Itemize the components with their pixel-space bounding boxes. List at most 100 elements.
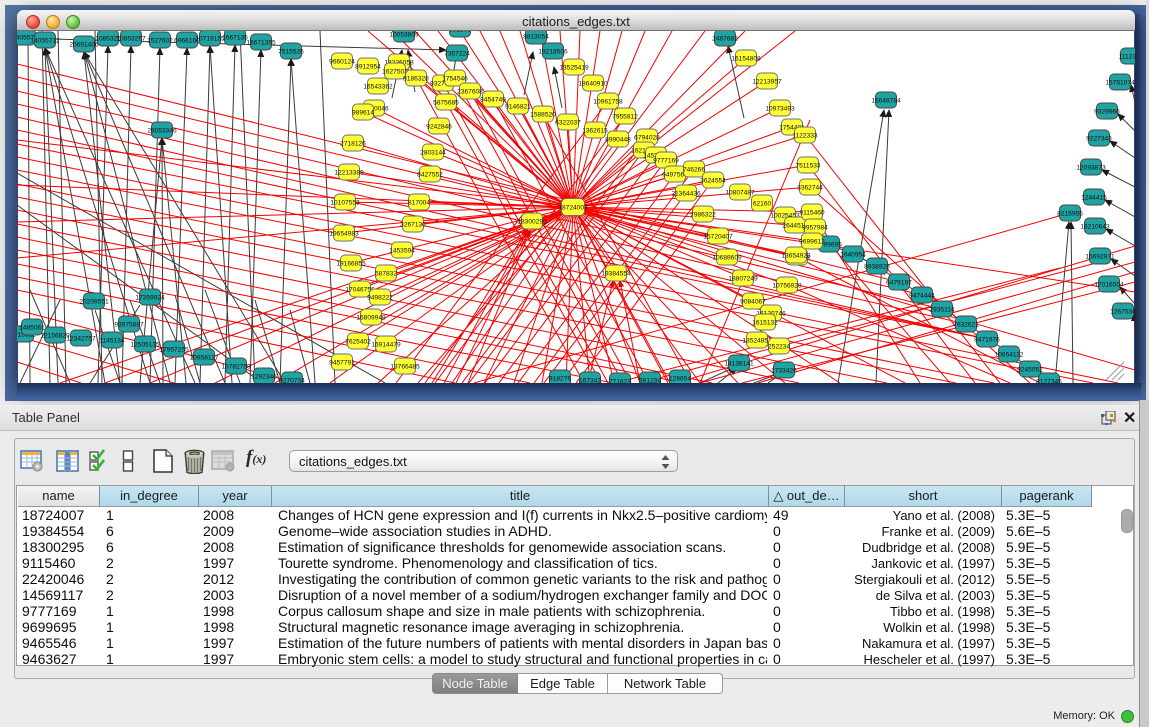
svg-text:21364436: 21364436 <box>671 190 701 197</box>
svg-text:771623: 771623 <box>609 378 631 383</box>
svg-text:6322037: 6322037 <box>555 119 581 126</box>
svg-text:10807487: 10807487 <box>725 189 755 196</box>
svg-text:9115460: 9115460 <box>799 209 825 216</box>
svg-text:1453594: 1453594 <box>389 247 415 254</box>
svg-text:17016504: 17016504 <box>1094 281 1124 288</box>
svg-text:19384554: 19384554 <box>601 270 631 277</box>
svg-text:1667135: 1667135 <box>222 34 248 41</box>
svg-text:12213389: 12213389 <box>334 169 364 176</box>
svg-text:7511533: 7511533 <box>795 162 821 169</box>
svg-text:16671355: 16671355 <box>246 39 276 46</box>
svg-text:16648784: 16648784 <box>871 97 901 104</box>
svg-text:989614: 989614 <box>352 109 374 116</box>
svg-text:7625402: 7625402 <box>345 338 371 345</box>
svg-text:881305: 881305 <box>449 31 471 33</box>
svg-text:1640954: 1640954 <box>840 251 866 258</box>
svg-text:10756928: 10756928 <box>772 282 802 289</box>
svg-text:7357224: 7357224 <box>444 50 470 57</box>
svg-text:587832: 587832 <box>375 270 397 277</box>
svg-text:9270734: 9270734 <box>279 377 305 383</box>
svg-text:2367608: 2367608 <box>457 88 483 95</box>
svg-text:8215955: 8215955 <box>1057 210 1083 217</box>
svg-text:10973493: 10973493 <box>765 105 795 112</box>
svg-text:9084067: 9084067 <box>740 298 766 305</box>
svg-text:9457791: 9457791 <box>329 359 355 366</box>
svg-text:918276: 918276 <box>549 375 571 382</box>
svg-text:10958117: 10958117 <box>190 354 219 361</box>
svg-text:16154808: 16154808 <box>731 55 761 62</box>
svg-text:62160: 62160 <box>753 200 772 207</box>
svg-text:1754546: 1754546 <box>442 75 468 82</box>
svg-text:126654: 126654 <box>669 375 691 382</box>
svg-text:17957255: 17957255 <box>159 346 189 353</box>
svg-text:15720407: 15720407 <box>703 233 733 240</box>
svg-text:16809948: 16809948 <box>356 314 386 321</box>
svg-text:12093873: 12093873 <box>1076 164 1106 171</box>
svg-text:2487682: 2487682 <box>712 35 738 42</box>
svg-text:12505135: 12505135 <box>130 341 160 348</box>
svg-text:17359924: 17359924 <box>135 294 165 301</box>
svg-text:19654983: 19654983 <box>329 230 359 237</box>
svg-text:15692971: 15692971 <box>1085 253 1115 260</box>
svg-text:28053346: 28053346 <box>147 127 177 134</box>
svg-text:1733426: 1733426 <box>771 367 797 374</box>
svg-text:3362744: 3362744 <box>797 184 823 191</box>
svg-text:8938928: 8938928 <box>864 263 890 270</box>
svg-text:9777169: 9777169 <box>653 157 679 164</box>
svg-text:18300295: 18300295 <box>517 218 547 225</box>
svg-text:746266: 746266 <box>683 166 705 173</box>
svg-text:1244415: 1244415 <box>1081 194 1107 201</box>
svg-text:9957984: 9957984 <box>802 224 828 231</box>
svg-text:10107553: 10107553 <box>330 199 360 206</box>
svg-text:8427552: 8427552 <box>417 171 443 178</box>
svg-text:14136141: 14136141 <box>724 360 754 367</box>
svg-text:1112345: 1112345 <box>1119 53 1135 60</box>
svg-text:93975887: 93975887 <box>114 321 144 328</box>
svg-text:8912954: 8912954 <box>355 63 381 70</box>
svg-text:6479197: 6479197 <box>886 279 912 286</box>
svg-text:9245052: 9245052 <box>1017 366 1043 373</box>
svg-text:20206551: 20206551 <box>79 298 109 305</box>
svg-text:18724007: 18724007 <box>558 204 588 211</box>
svg-text:1527602: 1527602 <box>147 37 173 44</box>
svg-text:12342757: 12342757 <box>66 335 96 342</box>
svg-text:16210643: 16210643 <box>1080 223 1110 230</box>
svg-text:8127345: 8127345 <box>1036 378 1062 383</box>
svg-text:9146821: 9146821 <box>505 103 531 110</box>
svg-text:1588520: 1588520 <box>530 111 556 118</box>
svg-text:9242848: 9242848 <box>426 123 452 130</box>
svg-text:167342: 167342 <box>579 377 601 383</box>
svg-text:13654923: 13654923 <box>781 252 811 259</box>
svg-text:9227343: 9227343 <box>1086 135 1112 142</box>
svg-text:1485061: 1485061 <box>19 324 45 331</box>
svg-text:9474444: 9474444 <box>909 292 935 299</box>
svg-text:1267534: 1267534 <box>1110 308 1135 315</box>
svg-text:2803144: 2803144 <box>420 149 446 156</box>
svg-text:16914479: 16914479 <box>371 341 401 348</box>
svg-text:817004: 817004 <box>408 199 430 206</box>
svg-text:14055712: 14055712 <box>30 37 60 44</box>
svg-text:7955812: 7955812 <box>612 113 638 120</box>
svg-text:6794028: 6794028 <box>634 134 660 141</box>
svg-text:10053809: 10053809 <box>389 31 419 38</box>
svg-text:18807249: 18807249 <box>728 275 758 282</box>
svg-text:8186328: 8186328 <box>403 75 429 82</box>
svg-text:5875685: 5875685 <box>433 99 459 106</box>
svg-text:7515526: 7515526 <box>278 48 304 55</box>
svg-text:8471676: 8471676 <box>974 336 1000 343</box>
svg-text:1362615: 1362615 <box>582 127 608 134</box>
svg-text:1292346: 1292346 <box>251 373 277 380</box>
svg-text:8813054: 8813054 <box>523 33 549 40</box>
svg-text:9699612: 9699612 <box>799 238 825 245</box>
svg-text:7986322: 7986322 <box>690 211 716 218</box>
svg-text:9498222: 9498222 <box>367 294 393 301</box>
svg-text:7632621: 7632621 <box>953 321 979 328</box>
svg-text:19166855: 19166855 <box>336 260 366 267</box>
svg-text:1627502: 1627502 <box>382 68 408 75</box>
svg-text:15751074: 15751074 <box>1105 79 1135 86</box>
svg-text:3624554: 3624554 <box>700 177 726 184</box>
svg-text:10961758: 10961758 <box>593 98 623 105</box>
svg-text:10688609: 10688609 <box>712 254 742 261</box>
svg-text:1615132: 1615132 <box>752 319 778 326</box>
svg-text:20691406: 20691406 <box>69 41 99 48</box>
